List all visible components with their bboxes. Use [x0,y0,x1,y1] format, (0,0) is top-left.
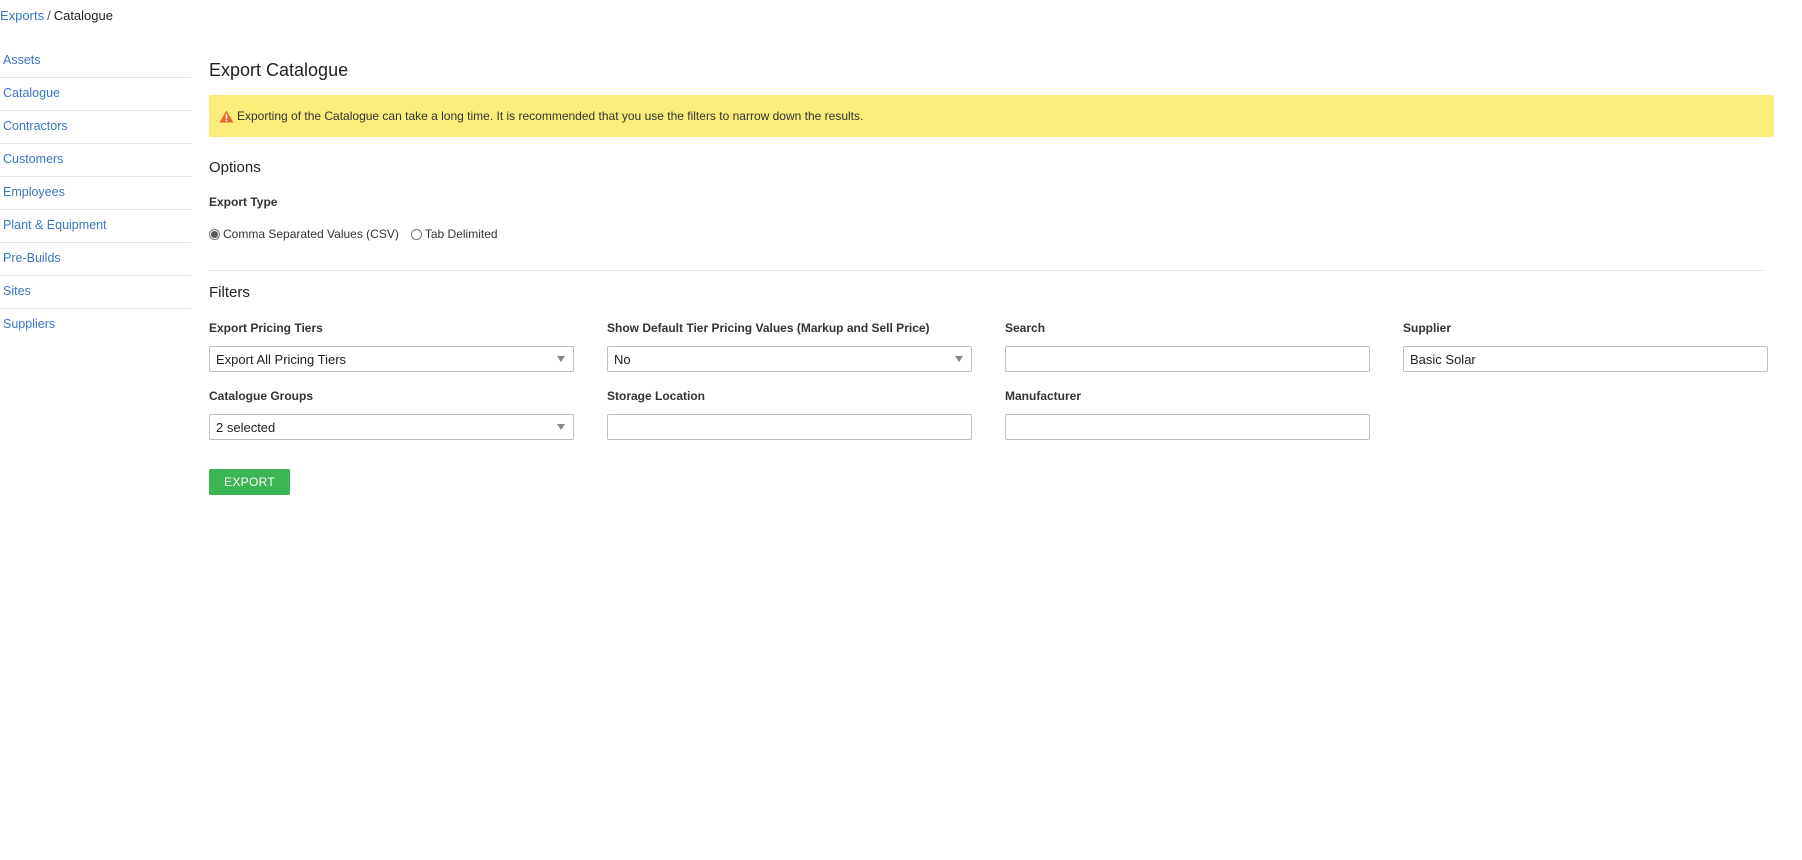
section-divider [209,270,1765,271]
show-default-tier-label: Show Default Tier Pricing Values (Markup… [607,321,930,335]
sidebar-item-plant-equipment: Plant & Equipment [0,210,191,243]
sidebar-item-assets: Assets [0,45,191,78]
catalogue-groups-label: Catalogue Groups [209,389,314,403]
show-default-tier-select[interactable]: No [607,346,972,372]
sidebar-link-customers[interactable]: Customers [3,152,63,166]
csv-radio-label: Comma Separated Values (CSV) [223,227,399,241]
show-default-tier-value: No [614,351,631,367]
manufacturer-input[interactable] [1005,414,1370,440]
export-pricing-tiers-label: Export Pricing Tiers [209,321,323,335]
sidebar-link-sites[interactable]: Sites [3,284,31,298]
sidebar-item-contractors: Contractors [0,111,191,144]
warning-alert: Exporting of the Catalogue can take a lo… [209,95,1774,137]
storage-location-input[interactable] [607,414,972,440]
warning-triangle-icon [219,109,234,123]
dropdown-arrow-icon [557,356,565,362]
sidebar-item-customers: Customers [0,144,191,177]
sidebar-link-catalogue[interactable]: Catalogue [3,86,60,100]
dropdown-arrow-icon [955,356,963,362]
export-type-tab-option[interactable]: Tab Delimited [410,227,498,241]
csv-radio[interactable] [209,228,220,240]
supplier-label: Supplier [1403,321,1452,335]
breadcrumb-current: Catalogue [53,8,113,23]
catalogue-groups-value: 2 selected [216,419,276,435]
manufacturer-label: Manufacturer [1005,389,1082,403]
sidebar-link-employees[interactable]: Employees [3,185,65,199]
sidebar-item-pre-builds: Pre-Builds [0,243,191,276]
export-type-csv-option[interactable]: Comma Separated Values (CSV) [209,227,399,241]
dropdown-arrow-icon [557,424,565,430]
sidebar-item-sites: Sites [0,276,191,309]
sidebar-link-assets[interactable]: Assets [3,53,41,67]
export-type-label: Export Type [209,195,278,209]
tab-delimited-radio[interactable] [410,228,422,240]
supplier-input[interactable]: Basic Solar [1403,346,1768,372]
export-pricing-tiers-value: Export All Pricing Tiers [216,351,347,367]
main-content: Export Catalogue Exporting of the Catalo… [209,52,1774,495]
storage-location-label: Storage Location [607,389,706,403]
search-input[interactable] [1005,346,1370,372]
alert-text: Exporting of the Catalogue can take a lo… [237,109,864,123]
page-title: Export Catalogue [209,60,349,80]
search-label: Search [1005,321,1046,335]
options-section-title: Options [209,159,261,176]
export-button[interactable]: EXPORT [209,469,290,495]
sidebar-item-suppliers: Suppliers [0,309,191,342]
sidebar-link-suppliers[interactable]: Suppliers [3,317,55,331]
sidebar-link-contractors[interactable]: Contractors [3,119,68,133]
sidebar-link-pre-builds[interactable]: Pre-Builds [3,251,61,265]
filters-section-title: Filters [209,284,250,301]
export-pricing-tiers-select[interactable]: Export All Pricing Tiers [209,346,574,372]
breadcrumb-exports-link[interactable]: Exports [0,8,44,23]
sidebar-link-plant-equipment[interactable]: Plant & Equipment [3,218,107,232]
export-type-radio-group: Comma Separated Values (CSV) Tab Delimit… [209,227,510,241]
supplier-input-value: Basic Solar [1410,351,1476,367]
sidebar: Assets Catalogue Contractors Customers E… [0,45,191,342]
breadcrumb: Exports / Catalogue [0,8,113,23]
sidebar-item-catalogue: Catalogue [0,78,191,111]
catalogue-groups-select[interactable]: 2 selected [209,414,574,440]
breadcrumb-separator: / [47,8,51,23]
tab-delimited-radio-label: Tab Delimited [424,227,498,241]
sidebar-item-employees: Employees [0,177,191,210]
